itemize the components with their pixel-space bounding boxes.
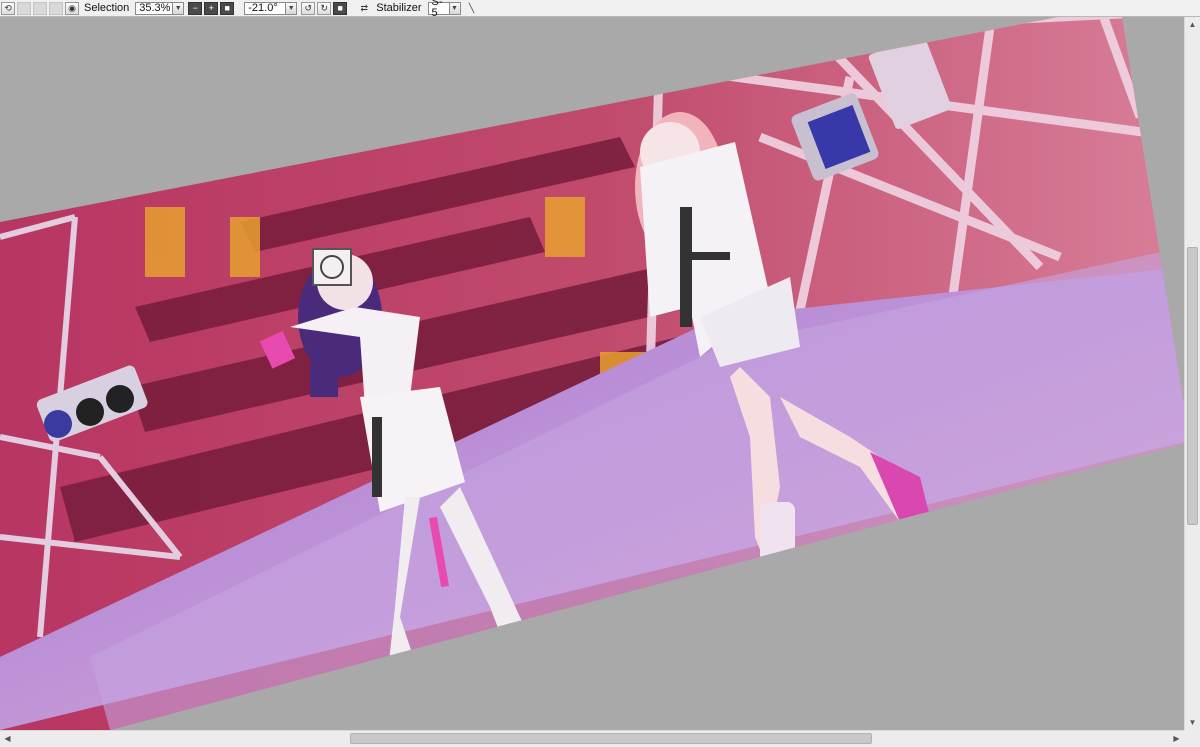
canvas-area[interactable]: [0, 17, 1184, 730]
reset-rotation-icon[interactable]: ■: [333, 1, 348, 15]
zoom-in-icon[interactable]: +: [204, 1, 219, 15]
flip-icon[interactable]: ⇄: [357, 2, 371, 15]
scroll-left-icon[interactable]: ◀: [0, 731, 15, 746]
blank-button[interactable]: [49, 1, 63, 15]
stabilizer-field[interactable]: S-5: [427, 0, 450, 19]
stabilizer-label: Stabilizer: [376, 2, 422, 14]
horizontal-scroll-thumb[interactable]: [350, 733, 872, 744]
scroll-up-icon[interactable]: ▲: [1185, 17, 1200, 32]
eye-icon[interactable]: ◉: [65, 1, 79, 15]
rotated-artwork: [0, 17, 1184, 730]
redo-icon[interactable]: [33, 1, 47, 15]
zoom-dropdown-icon[interactable]: ▼: [173, 1, 185, 15]
rotate-left-icon[interactable]: ↺: [301, 1, 316, 15]
rotation-field[interactable]: -21.0°: [244, 1, 287, 15]
undo-icon[interactable]: [17, 1, 31, 15]
scroll-corner: [1184, 730, 1200, 747]
scroll-right-icon[interactable]: ▶: [1169, 731, 1184, 746]
vertical-scroll-thumb[interactable]: [1187, 247, 1198, 525]
zoom-out-icon[interactable]: −: [188, 1, 203, 15]
rotate-right-icon[interactable]: ↻: [317, 1, 332, 15]
stabilizer-dropdown-icon[interactable]: ▼: [449, 1, 461, 15]
vertical-scrollbar[interactable]: ▲ ▼: [1184, 17, 1200, 730]
artwork-image: [0, 17, 1184, 730]
scroll-down-icon[interactable]: ▼: [1185, 715, 1200, 730]
rotation-dropdown-icon[interactable]: ▼: [286, 1, 298, 15]
horizontal-scrollbar[interactable]: ◀ ▶: [0, 730, 1184, 747]
zoom-field[interactable]: 35.3%: [135, 1, 174, 15]
toolbar: ⟲ ◉ Selection 35.3% ▼ − + ■ -21.0° ▼ ↺ ↻…: [0, 0, 1200, 19]
rotate-reset-icon[interactable]: ⟲: [1, 1, 15, 15]
fit-icon[interactable]: ■: [220, 1, 235, 15]
pen-icon[interactable]: ╲: [465, 2, 479, 15]
selection-label: Selection: [84, 2, 130, 14]
